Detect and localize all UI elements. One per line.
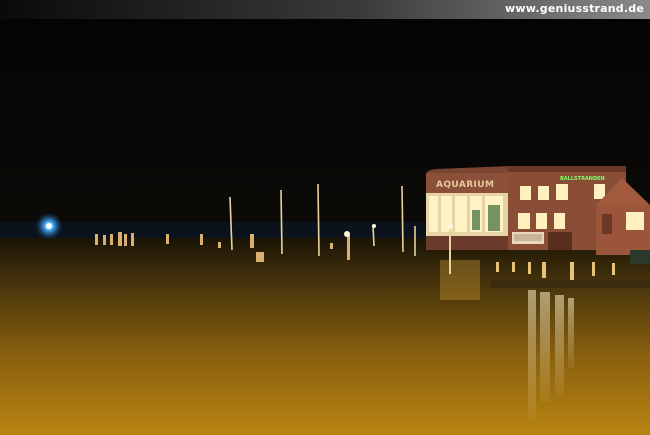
shop-sign: BALLSTRANDEN (560, 176, 605, 182)
pier-edge (490, 280, 650, 288)
street-lamp-light (447, 223, 453, 229)
aquarium-sign: AQUARIUM (436, 180, 495, 190)
night-harbor-photo: AQUARIUM BALLSTRANDEN www.geniusstrand.d… (0, 0, 650, 435)
blue-beacon-core (46, 223, 52, 229)
lamp-post-light (344, 231, 350, 237)
railing (630, 250, 650, 264)
mast-light (372, 224, 376, 228)
watermark-bar: www.geniusstrand.de (0, 0, 650, 19)
photo-scene (0, 0, 650, 435)
watermark-text: www.geniusstrand.de (505, 2, 644, 15)
flooded-water (0, 238, 650, 435)
